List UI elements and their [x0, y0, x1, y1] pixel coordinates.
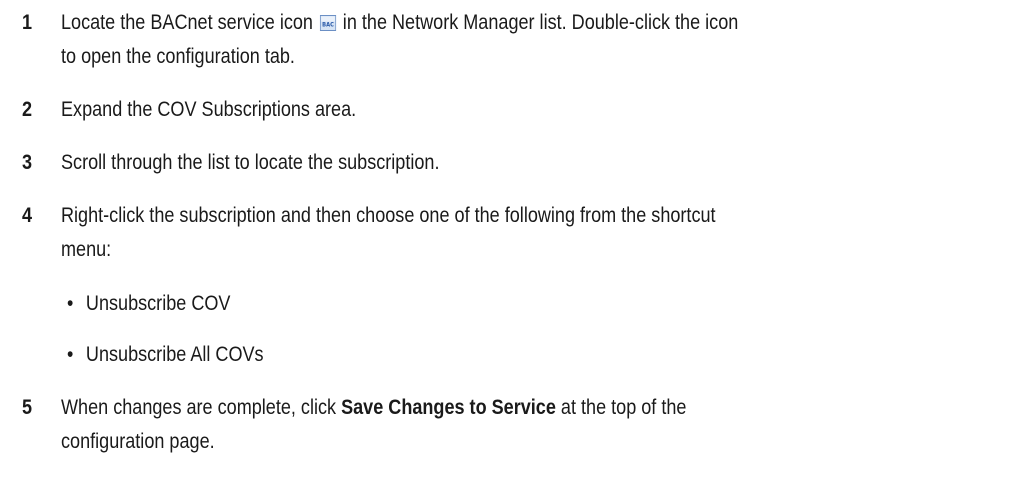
save-changes-to-service-label: Save Changes to Service [341, 396, 556, 419]
bullet-dot-icon: • [67, 343, 74, 366]
step-text: Locate the BACnet service icon BAC in th… [61, 6, 1007, 74]
step-text-before-icon: Locate the BACnet service icon [61, 11, 313, 34]
step-number: 2 [22, 98, 33, 121]
bacnet-icon-label: BAC [322, 22, 334, 28]
step-text: When changes are complete, click Save Ch… [61, 391, 1007, 459]
bullet-text: Unsubscribe COV [85, 292, 231, 315]
step-text-after-icon: in the Network Manager list. Double-clic… [342, 11, 739, 34]
bullet-item: • Unsubscribe COV [67, 287, 927, 321]
step-line: Right-click the subscription and then ch… [61, 204, 716, 227]
step-line: Locate the BACnet service icon BAC in th… [61, 6, 1007, 40]
bullet-dot-icon: • [67, 292, 74, 315]
step-number: 1 [22, 11, 33, 34]
step-text: Expand the COV Subscriptions area. [61, 93, 1007, 127]
step-number: 3 [22, 151, 33, 174]
step-line: menu: [61, 238, 112, 261]
bacnet-service-icon: BAC [319, 15, 337, 31]
step-text: Right-click the subscription and then ch… [61, 199, 1007, 267]
step-line: When changes are complete, click Save Ch… [61, 391, 1007, 425]
step-number: 5 [22, 396, 33, 419]
step-line: to open the configuration tab. [61, 45, 295, 68]
step-number: 4 [22, 204, 33, 227]
step-text-after-bold: at the top of the [560, 396, 687, 419]
step-line: Scroll through the list to locate the su… [61, 151, 440, 174]
step-text: Scroll through the list to locate the su… [61, 146, 1007, 180]
step-text-before-bold: When changes are complete, click [61, 396, 337, 419]
step-line: Expand the COV Subscriptions area. [61, 98, 357, 121]
bullet-item: • Unsubscribe All COVs [67, 338, 927, 372]
step-line: configuration page. [61, 430, 215, 453]
bullet-text: Unsubscribe All COVs [85, 343, 264, 366]
